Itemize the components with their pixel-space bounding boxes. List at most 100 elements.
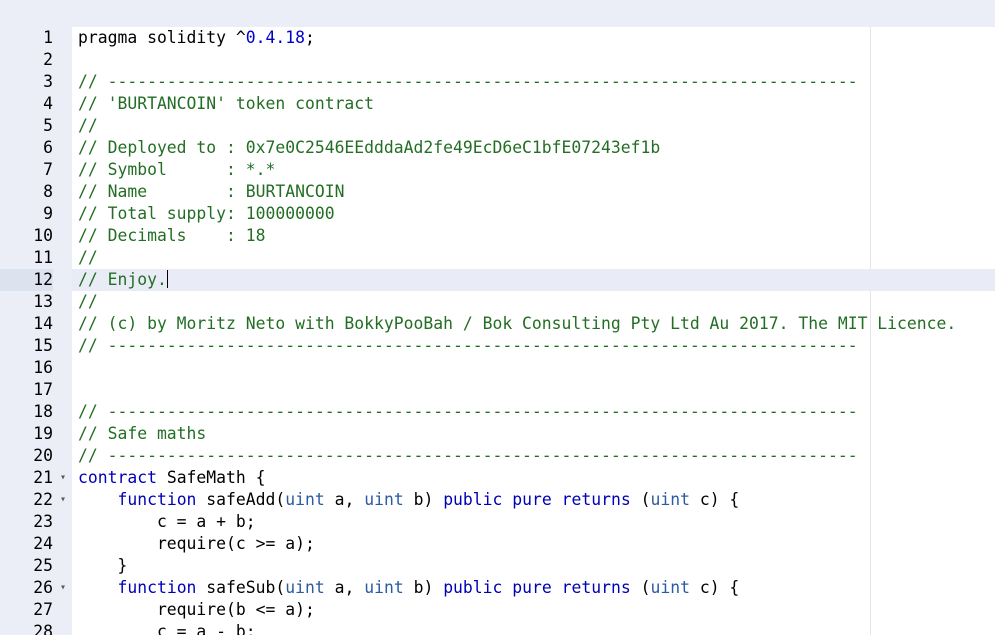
code-token-plain: }	[78, 556, 128, 575]
code-token-plain: c) {	[689, 578, 740, 597]
code-line[interactable]: 2	[0, 49, 995, 71]
code-line-content[interactable]: pragma solidity ^0.4.18;	[72, 27, 995, 49]
code-token-plain: a,	[324, 490, 365, 509]
code-line-content[interactable]: function safeAdd(uint a, uint b) public …	[72, 489, 995, 511]
code-token-type: uint	[285, 490, 325, 509]
code-line-content[interactable]: c = a + b;	[72, 511, 995, 533]
code-line-content[interactable]: // Deployed to : 0x7e0C2546EEdddaAd2fe49…	[72, 137, 995, 159]
code-token-plain: safeAdd(	[196, 490, 286, 509]
code-line[interactable]: 10 // Decimals : 18	[0, 225, 995, 247]
code-line[interactable]: 3 // ------------------------------------…	[0, 71, 995, 93]
code-token-type: uint	[650, 578, 690, 597]
code-line[interactable]: 26 ▾ function safeSub(uint a, uint b) pub…	[0, 577, 995, 599]
line-number: 22	[33, 490, 53, 509]
fold-slot	[57, 203, 69, 225]
code-token-cm: // Name : BURTANCOIN	[78, 182, 345, 201]
code-line[interactable]: 23 c = a + b;	[0, 511, 995, 533]
code-line-content[interactable]: // Total supply: 100000000	[72, 203, 995, 225]
code-token-plain: b)	[403, 490, 444, 509]
code-line[interactable]: 25 }	[0, 555, 995, 577]
code-line-content[interactable]	[72, 357, 995, 379]
code-line[interactable]: 16	[0, 357, 995, 379]
code-line[interactable]: 7 // Symbol : *.*	[0, 159, 995, 181]
code-line-content[interactable]: // -------------------------------------…	[72, 445, 995, 467]
code-token-op: ^	[235, 28, 246, 47]
code-line[interactable]: 5 //	[0, 115, 995, 137]
code-line-content[interactable]: // Symbol : *.*	[72, 159, 995, 181]
code-editor[interactable]: 1 pragma solidity ^0.4.18; 2 3 // ----------…	[0, 0, 995, 635]
code-line[interactable]: 22 ▾ function safeAdd(uint a, uint b) pub…	[0, 489, 995, 511]
code-line-content[interactable]: //	[72, 115, 995, 137]
line-number: 11	[33, 248, 53, 267]
code-token-plain: ;	[304, 28, 315, 47]
code-line-content[interactable]: // -------------------------------------…	[72, 335, 995, 357]
code-line-content[interactable]: contract SafeMath {	[72, 467, 995, 489]
fold-slot	[57, 269, 69, 291]
code-token-cm: // 'BURTANCOIN' token contract	[78, 94, 375, 113]
code-line-content[interactable]: // -------------------------------------…	[72, 71, 995, 93]
line-number: 15	[33, 336, 53, 355]
code-line[interactable]: 1 pragma solidity ^0.4.18;	[0, 27, 995, 49]
code-line[interactable]: 13 //	[0, 291, 995, 313]
code-line-content[interactable]: // Safe maths	[72, 423, 995, 445]
code-token-kw: public	[443, 578, 503, 597]
code-token-cm: // Symbol : *.*	[78, 160, 276, 179]
code-line[interactable]: 8 // Name : BURTANCOIN	[0, 181, 995, 203]
code-line-content[interactable]: }	[72, 555, 995, 577]
code-line[interactable]: 6 // Deployed to : 0x7e0C2546EEdddaAd2fe4…	[0, 137, 995, 159]
fold-slot	[57, 357, 69, 379]
code-line[interactable]: 9 // Total supply: 100000000	[0, 203, 995, 225]
line-number: 12	[0, 269, 53, 291]
code-line-content[interactable]: function safeSub(uint a, uint b) public …	[72, 577, 995, 599]
fold-slot	[57, 247, 69, 269]
code-line-content[interactable]: // Name : BURTANCOIN	[72, 181, 995, 203]
fold-arrow-icon[interactable]: ▾	[57, 489, 69, 511]
code-line-content[interactable]: // (c) by Moritz Neto with BokkyPooBah /…	[72, 313, 995, 335]
code-line[interactable]: 27 require(b <= a);	[0, 599, 995, 621]
code-line-content[interactable]: // -------------------------------------…	[72, 401, 995, 423]
code-line[interactable]: 28 c = a - b;	[0, 621, 995, 635]
code-line[interactable]: 12 // Enjoy.	[0, 269, 995, 291]
line-number: 16	[33, 358, 53, 377]
code-line-content[interactable]: //	[72, 247, 995, 269]
code-line-content[interactable]	[72, 49, 995, 71]
fold-slot	[57, 49, 69, 71]
code-line-content[interactable]	[72, 379, 995, 401]
line-number: 26	[33, 578, 53, 597]
code-line[interactable]: 20 // -----------------------------------…	[0, 445, 995, 467]
code-token-type: uint	[364, 490, 404, 509]
code-line[interactable]: 18 // -----------------------------------…	[0, 401, 995, 423]
code-token-plain: require(c >= a);	[78, 534, 315, 553]
line-number: 13	[33, 292, 53, 311]
code-line-content[interactable]: //	[72, 291, 995, 313]
fold-arrow-icon[interactable]: ▾	[57, 467, 69, 489]
fold-slot	[57, 71, 69, 93]
code-line[interactable]: 19 // Safe maths	[0, 423, 995, 445]
code-line[interactable]: 11 //	[0, 247, 995, 269]
code-line[interactable]: 4 // 'BURTANCOIN' token contract	[0, 93, 995, 115]
code-line-content[interactable]: // Decimals : 18	[72, 225, 995, 247]
code-line-content[interactable]: // 'BURTANCOIN' token contract	[72, 93, 995, 115]
code-token-plain: (	[630, 578, 651, 597]
code-line[interactable]: 17	[0, 379, 995, 401]
line-number: 25	[33, 556, 53, 575]
code-line-content[interactable]: // Enjoy.	[72, 269, 995, 291]
line-number: 9	[43, 204, 53, 223]
code-line-content[interactable]: require(b <= a);	[72, 599, 995, 621]
code-line[interactable]: 24 require(c >= a);	[0, 533, 995, 555]
fold-arrow-icon[interactable]: ▾	[57, 577, 69, 599]
code-line[interactable]: 14 // (c) by Moritz Neto with BokkyPooBah…	[0, 313, 995, 335]
code-line[interactable]: 21 ▾ contract SafeMath {	[0, 467, 995, 489]
line-number: 3	[43, 72, 53, 91]
code-line-content[interactable]: c = a - b;	[72, 621, 995, 635]
code-token-cm: // -------------------------------------…	[78, 336, 858, 355]
code-line-content[interactable]: require(c >= a);	[72, 533, 995, 555]
code-lines[interactable]: 1 pragma solidity ^0.4.18; 2 3 // ----------…	[0, 27, 995, 635]
code-token-plain: require(b <= a);	[78, 600, 315, 619]
code-line[interactable]: 15 // -----------------------------------…	[0, 335, 995, 357]
